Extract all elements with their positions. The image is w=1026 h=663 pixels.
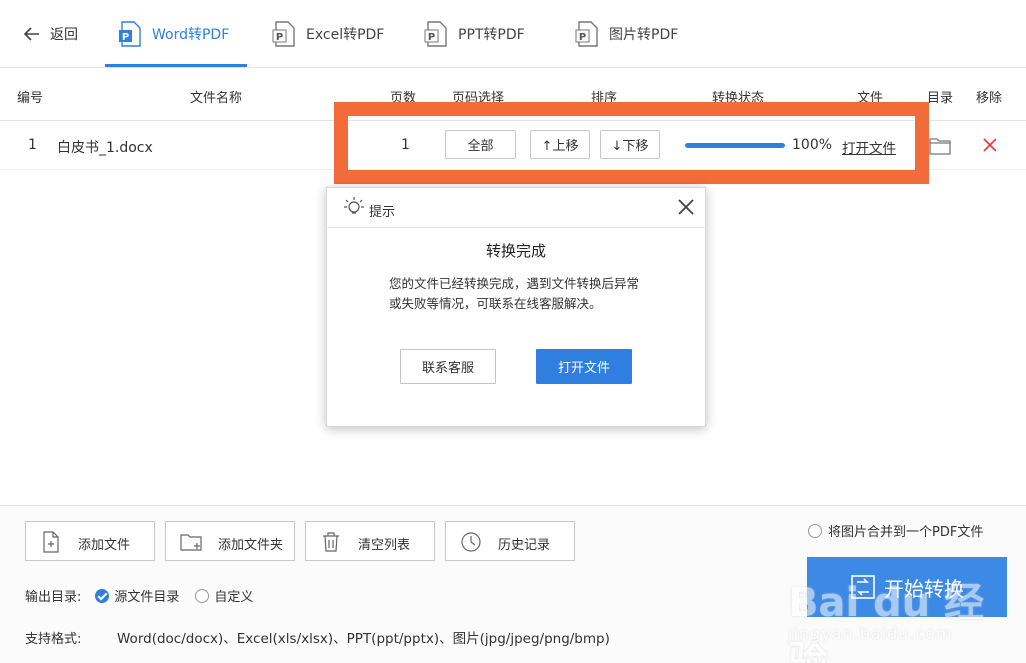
header-pages: 页数 (390, 91, 417, 106)
tab-label: 图片转PDF (609, 27, 679, 43)
tab-label: PPT转PDF (458, 27, 525, 43)
output-directory-group: 输出目录: 源文件目录 自定义 (25, 586, 253, 605)
tab-ppt-to-pdf[interactable]: P PPT转PDF (424, 16, 525, 52)
back-button[interactable]: 返回 (22, 22, 78, 46)
custom-dir-option[interactable]: 自定义 (195, 586, 253, 605)
open-file-link[interactable]: 打开文件 (842, 137, 896, 157)
header-folder: 目录 (927, 91, 954, 106)
header-remove: 移除 (976, 91, 1003, 106)
convert-icon (851, 575, 875, 599)
header-order: 排序 (591, 91, 618, 106)
tab-word-to-pdf[interactable]: P Word转PDF (118, 16, 229, 52)
progress-fill (685, 143, 785, 148)
add-folder-button[interactable]: 添加文件夹 (165, 521, 295, 561)
header-page-select: 页码选择 (452, 91, 505, 106)
image-file-icon: P (575, 21, 598, 47)
add-file-button[interactable]: 添加文件 (25, 521, 155, 561)
svg-text:P: P (122, 32, 129, 43)
top-nav: 返回 P Word转PDF P Excel转PDF P PPT转PDF P 图片… (0, 0, 1026, 68)
merge-images-label: 将图片合并到一个PDF文件 (828, 525, 984, 540)
trash-icon (323, 532, 339, 552)
formats-label: 支持格式: (25, 632, 82, 647)
custom-dir-radio[interactable] (195, 588, 210, 603)
dialog-title: 转换完成 (485, 242, 546, 260)
tab-label: Word转PDF (152, 27, 230, 43)
source-dir-label: 源文件目录 (114, 590, 180, 605)
conversion-complete-dialog: 提示 转换完成 您的文件已经转换完成，遇到文件转换后异常或失败等情况，可联系在线… (326, 187, 706, 427)
history-label: 历史记录 (498, 538, 551, 553)
dialog-message: 您的文件已经转换完成，遇到文件转换后异常或失败等情况，可联系在线客服解决。 (389, 276, 640, 311)
header-status: 转换状态 (712, 91, 765, 106)
back-label: 返回 (50, 27, 78, 43)
excel-file-icon: P (272, 21, 295, 47)
contact-support-button[interactable]: 联系客服 (400, 349, 496, 384)
lightbulb-icon (344, 197, 364, 214)
clock-icon (461, 532, 481, 552)
word-file-icon: P (119, 21, 141, 47)
move-down-button[interactable]: ↓下移 (600, 130, 660, 159)
move-up-button[interactable]: ↑上移 (530, 130, 590, 159)
dialog-open-file-button[interactable]: 打开文件 (536, 349, 632, 384)
formats-value: Word(doc/docx)、Excel(xls/xlsx)、PPT(ppt/p… (117, 631, 610, 647)
row-index: 1 (28, 137, 37, 153)
merge-images-radio[interactable] (808, 523, 822, 538)
dialog-header: 提示 (327, 188, 705, 228)
row-pages: 1 (401, 137, 410, 153)
add-folder-icon (180, 534, 202, 551)
start-conversion-label: 开始转换 (884, 576, 964, 601)
conversion-progress-bar (685, 143, 785, 148)
bottom-panel: 添加文件 添加文件夹 清空列表 历史记录 将图片合并到一个PDF文件 输出目录:… (0, 505, 1026, 663)
tab-excel-to-pdf[interactable]: P Excel转PDF (272, 16, 384, 52)
start-conversion-button[interactable]: 开始转换 (807, 557, 1007, 617)
active-tab-indicator (105, 64, 247, 67)
merge-images-option[interactable]: 将图片合并到一个PDF文件 (808, 521, 983, 540)
remove-icon[interactable] (983, 138, 997, 152)
tab-image-to-pdf[interactable]: P 图片转PDF (575, 16, 678, 52)
tab-label: Excel转PDF (306, 27, 385, 43)
folder-icon[interactable] (929, 136, 951, 156)
history-button[interactable]: 历史记录 (445, 521, 575, 561)
close-icon[interactable] (677, 198, 695, 216)
header-index: 编号 (17, 91, 44, 106)
clear-list-label: 清空列表 (358, 538, 411, 553)
output-dir-label: 输出目录: (25, 590, 82, 605)
custom-dir-label: 自定义 (214, 590, 254, 605)
page-select-all-button[interactable]: 全部 (445, 130, 516, 159)
svg-text:P: P (276, 32, 283, 43)
svg-text:P: P (579, 32, 586, 43)
source-dir-radio[interactable] (95, 588, 110, 603)
add-file-icon (43, 531, 59, 553)
dialog-header-title: 提示 (369, 205, 396, 220)
clear-list-button[interactable]: 清空列表 (305, 521, 435, 561)
progress-percent: 100% (792, 137, 833, 153)
arrow-left-icon (23, 27, 39, 41)
ppt-file-icon: P (424, 21, 447, 47)
row-filename: 白皮书_1.docx (57, 140, 153, 156)
source-dir-option[interactable]: 源文件目录 (95, 586, 179, 605)
supported-formats: 支持格式: Word(doc/docx)、Excel(xls/xlsx)、PPT… (25, 628, 610, 647)
svg-text:P: P (428, 32, 435, 43)
add-folder-label: 添加文件夹 (218, 538, 284, 553)
header-filename: 文件名称 (190, 91, 243, 106)
add-file-label: 添加文件 (78, 538, 131, 553)
header-file: 文件 (857, 91, 884, 106)
table-header: 编号 文件名称 页数 页码选择 排序 转换状态 文件 目录 移除 (0, 69, 1026, 121)
